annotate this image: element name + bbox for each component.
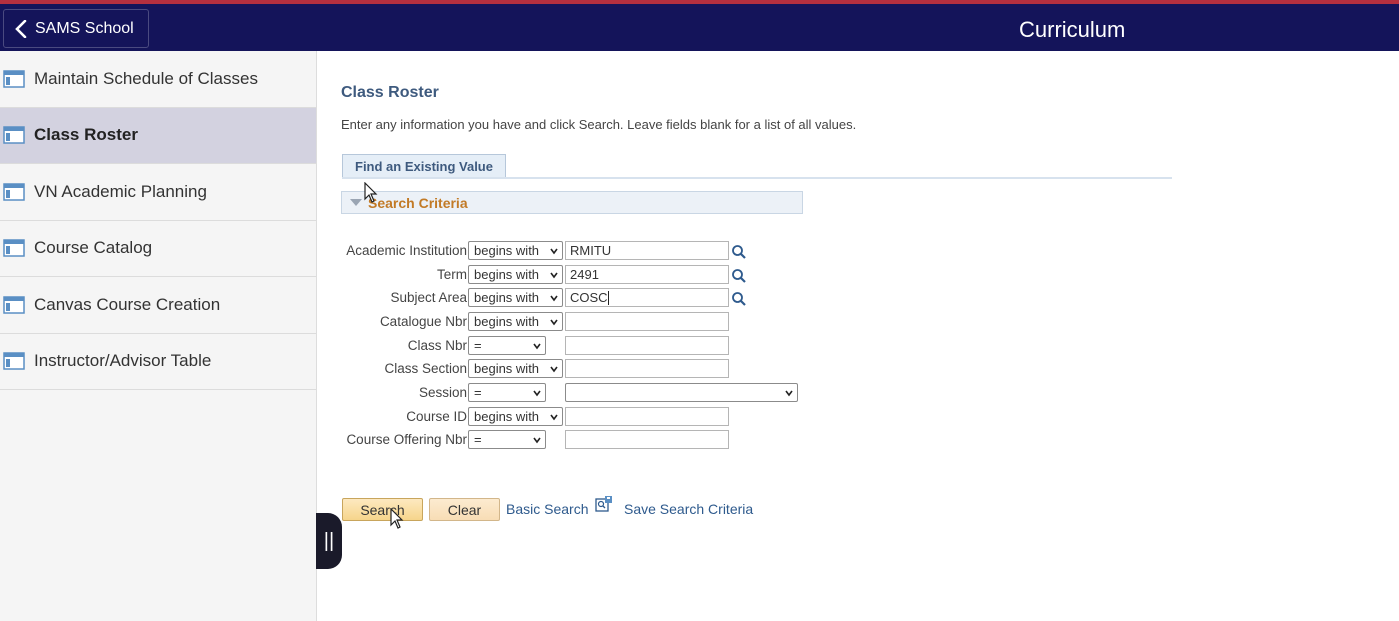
operator-value: begins with bbox=[474, 243, 540, 258]
tab-find-existing-value[interactable]: Find an Existing Value bbox=[342, 154, 506, 178]
back-button[interactable]: SAMS School bbox=[3, 9, 149, 48]
sidebar: Maintain Schedule of Classes Class Roste… bbox=[0, 51, 317, 621]
class-section-input[interactable] bbox=[565, 359, 729, 378]
page-icon bbox=[3, 126, 25, 144]
sidebar-item-course-catalog[interactable]: Course Catalog bbox=[0, 221, 316, 277]
field-label-wrap: Catalogue Nbr bbox=[318, 312, 467, 332]
sidebar-item-label: VN Academic Planning bbox=[34, 181, 207, 201]
term-input[interactable]: 2491 bbox=[565, 265, 729, 284]
session-operator[interactable]: = bbox=[468, 383, 546, 402]
page-header-title: Curriculum bbox=[1019, 17, 1126, 42]
class-nbr-label: Class Nbr bbox=[407, 338, 467, 353]
sidebar-item-label: Course Catalog bbox=[34, 238, 153, 258]
course-offering-nbr-operator[interactable]: = bbox=[468, 430, 546, 449]
field-label-wrap: Course Offering Nbr bbox=[318, 430, 467, 450]
term-label: Term bbox=[437, 267, 467, 282]
session-label: Session bbox=[418, 385, 467, 400]
course-id-operator[interactable]: begins with bbox=[468, 407, 563, 426]
course-offering-nbr-input[interactable] bbox=[565, 430, 729, 449]
chevron-down-icon bbox=[550, 248, 558, 255]
search-criteria-label: Search Criteria bbox=[368, 194, 468, 211]
chevron-down-icon bbox=[550, 414, 558, 421]
page-icon bbox=[3, 70, 25, 88]
chevron-down-icon bbox=[550, 272, 558, 279]
academic-institution-value: RMITU bbox=[570, 243, 612, 258]
search-button[interactable]: Search bbox=[342, 498, 423, 521]
subject-area-value: COSC bbox=[570, 290, 608, 305]
chevron-down-icon bbox=[550, 366, 558, 373]
top-bar: SAMS School Curriculum bbox=[0, 0, 1399, 51]
class-nbr-operator[interactable]: = bbox=[468, 336, 546, 355]
academic-institution-input[interactable]: RMITU bbox=[565, 241, 729, 260]
lookup-icon[interactable] bbox=[731, 291, 747, 307]
term-operator[interactable]: begins with bbox=[468, 265, 563, 284]
field-label-wrap: Class Section bbox=[318, 359, 467, 379]
academic-institution-operator[interactable]: begins with bbox=[468, 241, 563, 260]
tab-divider bbox=[342, 177, 1172, 179]
basic-search-link[interactable]: Basic Search bbox=[506, 501, 588, 517]
catalogue-nbr-operator[interactable]: begins with bbox=[468, 312, 563, 331]
course-offering-nbr-label: Course Offering Nbr bbox=[346, 432, 467, 447]
course-id-label: Course ID bbox=[406, 409, 467, 424]
chevron-down-icon bbox=[550, 295, 558, 302]
subject-area-input[interactable]: COSC bbox=[565, 288, 729, 307]
page-title: Class Roster bbox=[341, 84, 439, 101]
operator-value: begins with bbox=[474, 290, 540, 305]
lookup-icon[interactable] bbox=[731, 244, 747, 260]
session-select[interactable] bbox=[565, 383, 798, 402]
academic-institution-label: Academic Institution bbox=[346, 243, 467, 258]
search-criteria-toggle[interactable]: Search Criteria bbox=[341, 191, 803, 214]
chevron-left-icon bbox=[15, 19, 27, 38]
save-search-icon[interactable] bbox=[595, 495, 613, 513]
sidebar-item-class-roster[interactable]: Class Roster bbox=[0, 107, 316, 164]
operator-value: begins with bbox=[474, 409, 540, 424]
operator-value: = bbox=[474, 432, 482, 447]
course-id-input[interactable] bbox=[565, 407, 729, 426]
class-nbr-input[interactable] bbox=[565, 336, 729, 355]
lookup-icon[interactable] bbox=[731, 268, 747, 284]
chevron-down-icon bbox=[550, 319, 558, 326]
field-label-wrap: Session bbox=[318, 383, 467, 403]
chevron-down-icon bbox=[533, 390, 541, 397]
page-icon bbox=[3, 183, 25, 201]
chevron-down-icon bbox=[785, 390, 793, 397]
subject-area-operator[interactable]: begins with bbox=[468, 288, 563, 307]
back-button-label: SAMS School bbox=[35, 19, 134, 37]
sidebar-item-maintain-schedule[interactable]: Maintain Schedule of Classes bbox=[0, 51, 316, 108]
page-icon bbox=[3, 352, 25, 370]
save-search-criteria-link[interactable]: Save Search Criteria bbox=[624, 501, 753, 517]
operator-value: = bbox=[474, 338, 482, 353]
subject-area-label: Subject Area bbox=[390, 290, 467, 305]
chevron-down-icon bbox=[533, 343, 541, 350]
sidebar-item-label: Canvas Course Creation bbox=[34, 294, 221, 314]
clear-button[interactable]: Clear bbox=[429, 498, 500, 521]
text-caret bbox=[607, 290, 609, 305]
sidebar-item-canvas-course-creation[interactable]: Canvas Course Creation bbox=[0, 277, 316, 334]
field-label-wrap: Term bbox=[318, 265, 467, 285]
operator-value: begins with bbox=[474, 314, 540, 329]
sidebar-item-label: Class Roster bbox=[34, 125, 138, 145]
operator-value: begins with bbox=[474, 267, 540, 282]
field-label-wrap: Course ID bbox=[318, 407, 467, 427]
sidebar-item-vn-academic-planning[interactable]: VN Academic Planning bbox=[0, 164, 316, 221]
sidebar-item-label: Maintain Schedule of Classes bbox=[34, 68, 258, 88]
term-value: 2491 bbox=[570, 267, 599, 282]
main-content: Class Roster Enter any information you h… bbox=[318, 51, 1399, 621]
sidebar-item-label: Instructor/Advisor Table bbox=[34, 351, 212, 371]
catalogue-nbr-input[interactable] bbox=[565, 312, 729, 331]
page-icon bbox=[3, 239, 25, 257]
class-section-operator[interactable]: begins with bbox=[468, 359, 563, 378]
sidebar-item-instructor-advisor[interactable]: Instructor/Advisor Table bbox=[0, 334, 316, 390]
chevron-down-icon bbox=[533, 437, 541, 444]
page-icon bbox=[3, 296, 25, 314]
instructions-text: Enter any information you have and click… bbox=[341, 117, 857, 132]
catalogue-nbr-label: Catalogue Nbr bbox=[379, 314, 467, 329]
operator-value: begins with bbox=[474, 361, 540, 376]
collapse-triangle-icon bbox=[350, 199, 362, 206]
field-label-wrap: Subject Area bbox=[318, 288, 467, 308]
class-section-label: Class Section bbox=[384, 361, 467, 376]
field-label-wrap: Class Nbr bbox=[318, 336, 467, 356]
field-label-wrap: Academic Institution bbox=[318, 241, 467, 261]
operator-value: = bbox=[474, 385, 482, 400]
